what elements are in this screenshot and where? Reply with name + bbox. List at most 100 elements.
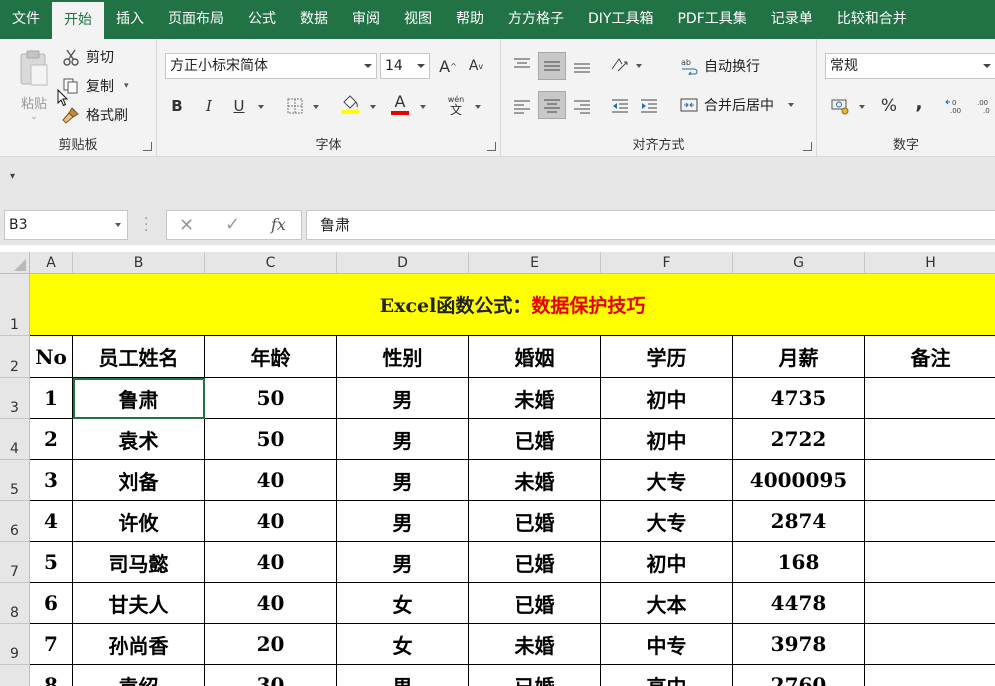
underline-dropdown-icon[interactable] (258, 105, 264, 109)
tab-insert[interactable]: 插入 (104, 0, 156, 39)
column-header-c[interactable]: C (205, 252, 337, 274)
accounting-dropdown-icon[interactable] (859, 105, 865, 109)
header-cell-f[interactable]: 学历 (601, 336, 733, 378)
cell-e8[interactable]: 已婚 (469, 583, 601, 624)
cell-g7[interactable]: 168 (733, 542, 865, 583)
column-header-g[interactable]: G (733, 252, 865, 274)
cell-d6[interactable]: 男 (337, 501, 469, 542)
header-cell-h[interactable]: 备注 (865, 336, 995, 378)
tab-fangfang-gezi[interactable]: 方方格子 (496, 0, 576, 39)
paste-button[interactable]: 粘贴 ⌄ (14, 49, 54, 124)
increase-decimal-button[interactable]: 0.00 (943, 94, 967, 118)
cell-d5[interactable]: 男 (337, 460, 469, 501)
row-header-2[interactable]: 2 (0, 336, 30, 378)
tab-file[interactable]: 文件 (0, 0, 52, 39)
cell-b10[interactable]: 袁绍 (73, 665, 205, 686)
cell-g8[interactable]: 4478 (733, 583, 865, 624)
tab-page-layout[interactable]: 页面布局 (156, 0, 236, 39)
cell-f3[interactable]: 初中 (601, 378, 733, 419)
row-header-10[interactable]: 10 (0, 665, 30, 686)
header-cell-g[interactable]: 月薪 (733, 336, 865, 378)
row-header-8[interactable]: 8 (0, 583, 30, 624)
cell-e9[interactable]: 未婚 (469, 624, 601, 665)
row-header-9[interactable]: 9 (0, 624, 30, 665)
cell-g5[interactable]: 4000095 (733, 460, 865, 501)
name-box[interactable]: B3 (4, 210, 128, 240)
row-header-1[interactable]: 1 (0, 274, 30, 336)
header-cell-e[interactable]: 婚姻 (469, 336, 601, 378)
cell-c5[interactable]: 40 (205, 460, 337, 501)
wrap-text-button[interactable]: ab 自动换行 (680, 56, 760, 76)
cell-h7[interactable] (865, 542, 995, 583)
customize-toolbar-icon[interactable]: ▾ (10, 171, 15, 182)
cell-e6[interactable]: 已婚 (469, 501, 601, 542)
cell-a5[interactable]: 3 (30, 460, 73, 501)
cell-d8[interactable]: 女 (337, 583, 469, 624)
cell-g10[interactable]: 2760 (733, 665, 865, 686)
column-header-e[interactable]: E (469, 252, 601, 274)
cell-h6[interactable] (865, 501, 995, 542)
worksheet-grid[interactable]: ABCDEFGH12345678910Excel函数公式：数据保护技巧No员工姓… (0, 252, 995, 686)
cell-a10[interactable]: 8 (30, 665, 73, 686)
tab-review[interactable]: 审阅 (340, 0, 392, 39)
cell-a7[interactable]: 5 (30, 542, 73, 583)
alignment-dialog-launcher-icon[interactable] (803, 142, 812, 151)
orientation-dropdown-icon[interactable] (636, 64, 642, 68)
copy-button[interactable]: 复制 ▾ (62, 76, 129, 96)
align-right-button[interactable] (570, 94, 594, 118)
cell-g3[interactable]: 4735 (733, 378, 865, 419)
cell-a8[interactable]: 6 (30, 583, 73, 624)
cancel-icon[interactable]: ✕ (179, 215, 194, 236)
tab-diy-toolbox[interactable]: DIY工具箱 (576, 0, 665, 39)
phonetic-guide-button[interactable]: wén 文 (444, 93, 468, 117)
insert-function-icon[interactable]: fx (271, 215, 286, 234)
cell-d7[interactable]: 男 (337, 542, 469, 583)
tab-formulas[interactable]: 公式 (236, 0, 288, 39)
header-cell-d[interactable]: 性别 (337, 336, 469, 378)
row-header-6[interactable]: 6 (0, 501, 30, 542)
fill-color-dropdown-icon[interactable] (370, 105, 376, 109)
cell-f10[interactable]: 高中 (601, 665, 733, 686)
cell-e5[interactable]: 未婚 (469, 460, 601, 501)
font-color-button[interactable]: A (388, 92, 412, 116)
cell-d3[interactable]: 男 (337, 378, 469, 419)
orientation-button[interactable] (607, 52, 631, 76)
align-left-button[interactable] (510, 94, 534, 118)
cell-h10[interactable] (865, 665, 995, 686)
tab-help[interactable]: 帮助 (444, 0, 496, 39)
align-bottom-button[interactable] (570, 54, 594, 78)
cell-b8[interactable]: 甘夫人 (73, 583, 205, 624)
increase-font-size-button[interactable]: A ^ (436, 54, 460, 78)
cell-a3[interactable]: 1 (30, 378, 73, 419)
cell-a6[interactable]: 4 (30, 501, 73, 542)
cell-h4[interactable] (865, 419, 995, 460)
tab-record-form[interactable]: 记录单 (759, 0, 825, 39)
enter-icon[interactable]: ✓ (225, 214, 240, 235)
tab-view[interactable]: 视图 (392, 0, 444, 39)
cell-d10[interactable]: 男 (337, 665, 469, 686)
column-header-b[interactable]: B (73, 252, 205, 274)
row-header-5[interactable]: 5 (0, 460, 30, 501)
cell-h3[interactable] (865, 378, 995, 419)
cell-f6[interactable]: 大专 (601, 501, 733, 542)
decrease-font-size-button[interactable]: Av (464, 54, 488, 78)
font-size-select[interactable]: 14 (380, 53, 430, 79)
comma-style-button[interactable]: , (907, 91, 931, 115)
bold-button[interactable]: B (165, 94, 189, 118)
underline-button[interactable]: U (227, 94, 251, 118)
row-header-3[interactable]: 3 (0, 378, 30, 419)
select-all-corner[interactable] (0, 252, 30, 274)
cell-e10[interactable]: 已婚 (469, 665, 601, 686)
cell-e4[interactable]: 已婚 (469, 419, 601, 460)
decrease-indent-button[interactable] (608, 94, 632, 118)
header-cell-b[interactable]: 员工姓名 (73, 336, 205, 378)
column-header-a[interactable]: A (30, 252, 73, 274)
cell-g9[interactable]: 3978 (733, 624, 865, 665)
align-middle-button[interactable] (538, 52, 566, 80)
italic-button[interactable]: I (197, 94, 221, 118)
cell-g4[interactable]: 2722 (733, 419, 865, 460)
cell-b7[interactable]: 司马懿 (73, 542, 205, 583)
increase-indent-button[interactable] (637, 94, 661, 118)
copy-dropdown-icon[interactable]: ▾ (124, 81, 129, 91)
paste-dropdown-icon[interactable]: ⌄ (30, 112, 38, 122)
